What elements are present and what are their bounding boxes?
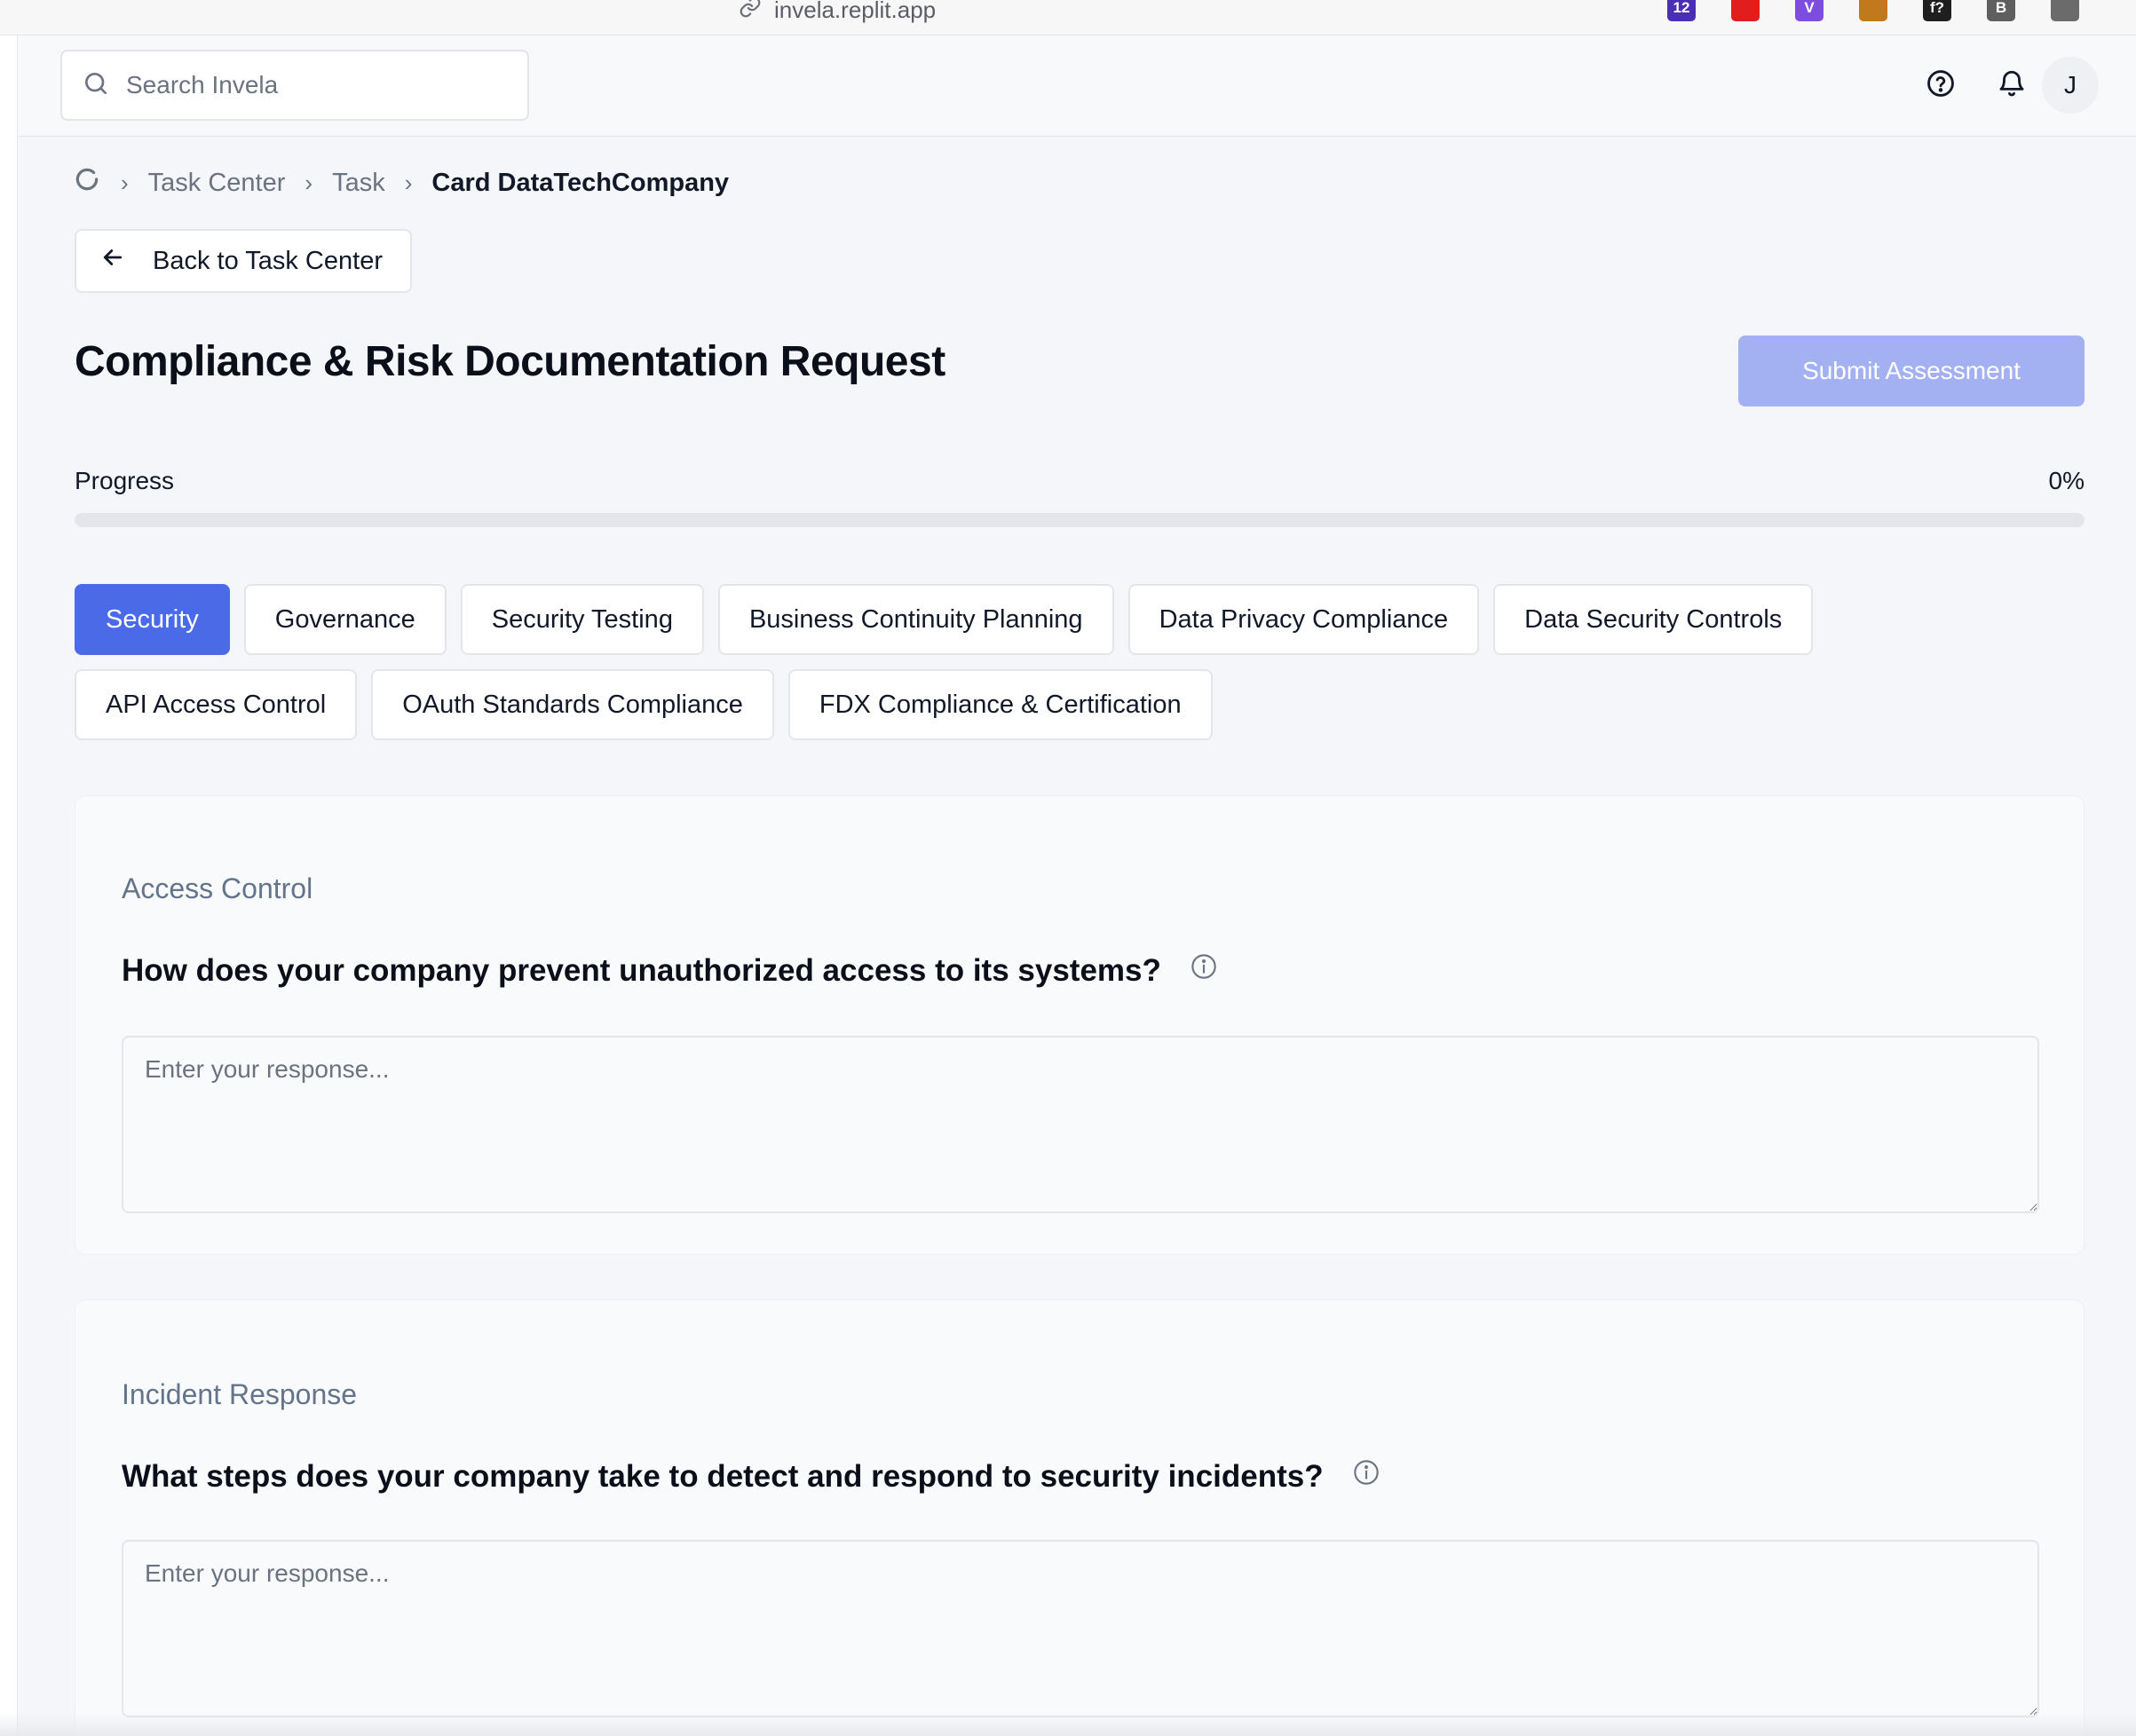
tab-fdx-compliance-certification[interactable]: FDX Compliance & Certification [787, 669, 1213, 740]
response-textarea[interactable] [122, 1540, 2039, 1717]
back-button-label: Back to Task Center [153, 246, 383, 275]
b-extension-icon[interactable]: B [1987, 0, 2015, 21]
tab-security-testing[interactable]: Security Testing [460, 584, 704, 655]
v-extension-icon[interactable]: V [1795, 0, 1824, 21]
adblock-extension-icon[interactable] [1731, 0, 1760, 21]
progress-label: Progress [75, 467, 175, 494]
search-box[interactable] [60, 50, 529, 121]
tab-data-security-controls[interactable]: Data Security Controls [1493, 584, 1814, 655]
tab-governance[interactable]: Governance [243, 584, 447, 655]
arrow-left-icon [99, 244, 126, 278]
avatar[interactable]: J [2042, 57, 2099, 114]
tab-data-privacy-compliance[interactable]: Data Privacy Compliance [1127, 584, 1480, 655]
search-input[interactable] [126, 71, 499, 99]
tab-business-continuity-planning[interactable]: Business Continuity Planning [717, 584, 1114, 655]
tab-security[interactable]: Security [75, 584, 230, 655]
breadcrumb-task-center[interactable]: Task Center [148, 169, 286, 198]
url-text: invela.replit.app [774, 0, 937, 23]
calendar-extension-icon[interactable]: 12 [1667, 0, 1696, 21]
section-tabs: Security Governance Security Testing Busine… [75, 584, 2090, 740]
submit-assessment-button[interactable]: Submit Assessment [1738, 335, 2085, 406]
question-card: Incident Response What steps does your c… [75, 1299, 2085, 1736]
avatar-initial: J [2064, 71, 2077, 99]
bell-icon[interactable] [1994, 66, 2029, 101]
help-icon[interactable] [1923, 66, 1958, 101]
browser-toolbar: invela.replit.app 12 Vf? B [0, 0, 2136, 36]
tab-api-access-control[interactable]: API Access Control [75, 669, 358, 740]
address-bar[interactable]: invela.replit.app [739, 0, 936, 25]
section-heading: Incident Response [122, 1378, 358, 1410]
chevron-right-icon: › [404, 169, 413, 196]
progress-percent: 0% [2048, 467, 2085, 494]
fx-extension-icon[interactable]: f? [1923, 0, 1951, 21]
box-extension-icon[interactable] [1859, 0, 1887, 21]
question-label: What steps does your company take to det… [122, 1458, 1324, 1494]
top-header: J [18, 36, 2136, 137]
section-heading: Access Control [122, 872, 313, 904]
sliders-extension-icon[interactable] [2051, 0, 2079, 21]
response-textarea[interactable] [122, 1036, 2039, 1213]
question-text: What steps does your company take to det… [122, 1458, 1380, 1495]
breadcrumb: › Task Center › Task › Card DataTechComp… [73, 165, 729, 201]
sidebar-edge [0, 36, 18, 1736]
info-icon[interactable] [1352, 1458, 1380, 1495]
progress-bar [75, 513, 2085, 527]
refresh-icon[interactable] [73, 165, 101, 201]
search-icon [82, 69, 110, 102]
breadcrumb-current: Card DataTechCompany [431, 168, 730, 197]
tab-oauth-standards-compliance[interactable]: OAuth Standards Compliance [371, 669, 774, 740]
window-bottom-edge [0, 1713, 2136, 1736]
chevron-right-icon: › [305, 169, 313, 196]
question-text: How does your company prevent unauthoriz… [122, 952, 1218, 989]
link-icon [739, 0, 762, 25]
info-icon[interactable] [1190, 952, 1218, 989]
breadcrumb-task[interactable]: Task [332, 169, 385, 198]
question-label: How does your company prevent unauthoriz… [122, 952, 1161, 988]
chevron-right-icon: › [121, 169, 129, 196]
question-card: Access Control How does your company pre… [75, 795, 2085, 1255]
page-title: Compliance & Risk Documentation Request [75, 338, 945, 385]
back-to-task-center-button[interactable]: Back to Task Center [75, 229, 412, 293]
